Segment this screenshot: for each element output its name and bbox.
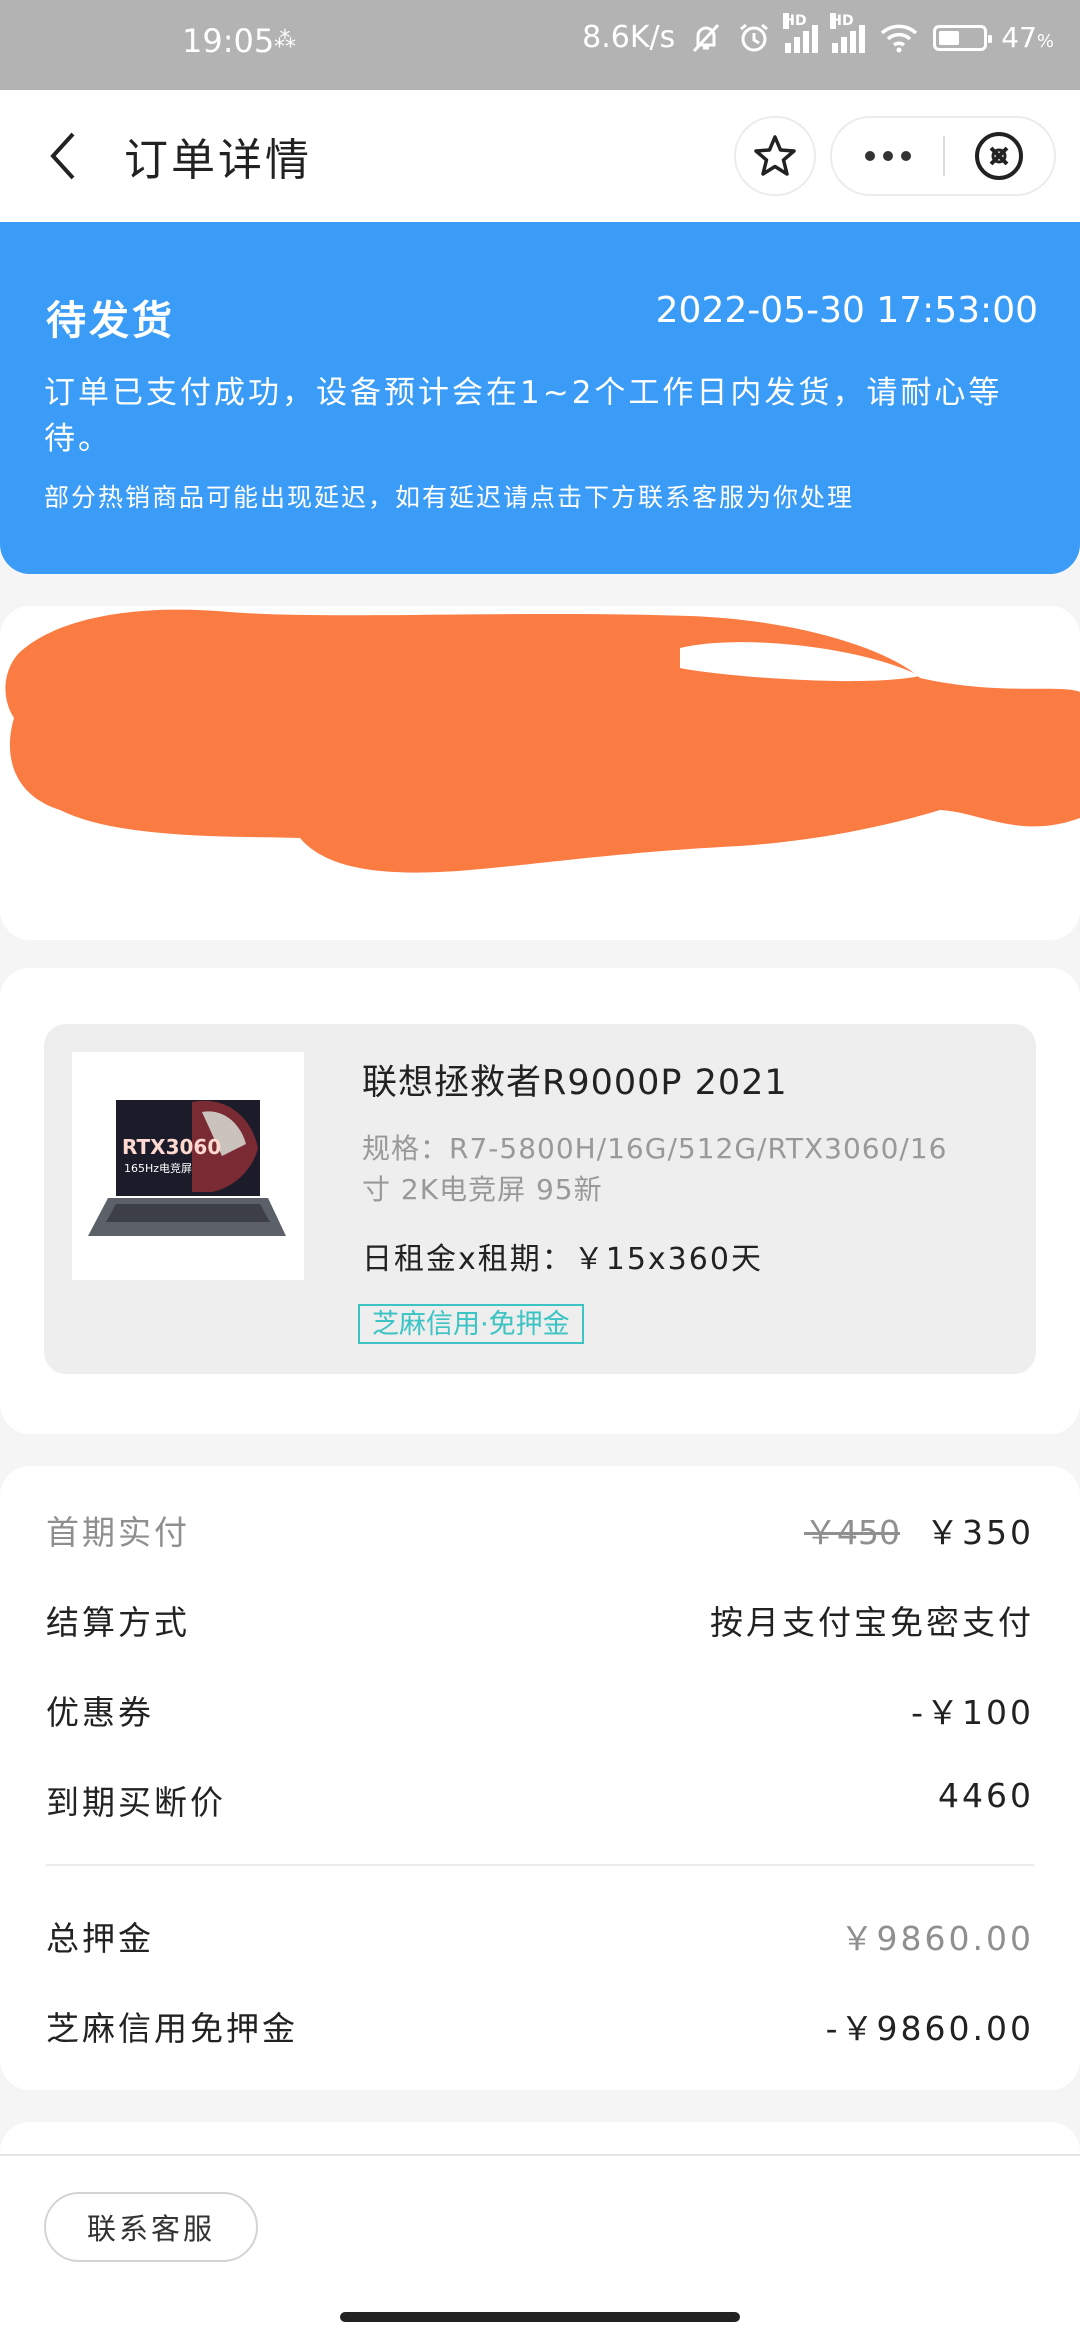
buyout-value: 4460: [938, 1776, 1034, 1815]
product-card: RTX3060 165Hz电竞屏 联想拯救者R9000P 2021 规格：R7-…: [0, 968, 1080, 1434]
deposit-value: ￥9860.00: [840, 1919, 1034, 1958]
status-icons: 8.6K/s HD HD 47%: [582, 12, 1054, 55]
deposit-row: 总押金 ￥9860.00: [46, 1912, 1034, 1972]
svg-text:165Hz电竞屏: 165Hz电竞屏: [124, 1161, 192, 1175]
bottom-bar: 联系客服: [0, 2122, 1080, 2342]
credit-tag: 芝麻信用·免押金: [358, 1304, 584, 1344]
more-button[interactable]: [832, 118, 943, 194]
buyout-label: 到期买断价: [46, 1783, 226, 1822]
product-item[interactable]: RTX3060 165Hz电竞屏 联想拯救者R9000P 2021 规格：R7-…: [44, 1024, 1036, 1374]
close-icon: [975, 132, 1024, 180]
page-title: 订单详情: [124, 135, 312, 186]
settlement-label: 结算方式: [46, 1603, 190, 1642]
order-time: 2022-05-30 17:53:00: [655, 290, 1038, 331]
first-payment-label: 首期实付: [46, 1513, 190, 1552]
deposit-label: 总押金: [46, 1919, 154, 1958]
settlement-row: 结算方式 按月支付宝免密支付: [46, 1596, 1034, 1656]
product-name: 联想拯救者R9000P 2021: [362, 1063, 788, 1103]
original-price: ￥450: [804, 1513, 900, 1552]
first-payment-row: 首期实付 ￥450 ￥350: [46, 1506, 1034, 1566]
battery-percent: 47%: [1001, 21, 1054, 54]
divider: [46, 1864, 1034, 1866]
deposit-free-label: 芝麻信用免押金: [46, 2009, 298, 2048]
order-status-note: 部分热销商品可能出现延迟，如有延迟请点击下方联系客服为你处理: [44, 483, 855, 512]
favorite-button[interactable]: [734, 116, 816, 196]
svg-text:RTX3060: RTX3060: [122, 1135, 221, 1159]
signal-hd-icon: HD: [783, 12, 819, 53]
order-status-title: 待发货: [46, 298, 175, 344]
more-icon: [864, 151, 875, 161]
deposit-free-row: 芝麻信用免押金 -￥9860.00: [46, 2002, 1034, 2062]
settlement-value: 按月支付宝免密支付: [710, 1603, 1034, 1642]
coupon-label: 优惠券: [46, 1693, 154, 1732]
signal-hd-icon: HD: [830, 12, 866, 53]
deposit-free-value: -￥9860.00: [825, 2009, 1034, 2048]
wifi-icon: [881, 24, 918, 52]
coupon-value: -￥100: [911, 1693, 1034, 1732]
clock: 19:05: [182, 22, 275, 60]
first-payment-value: ￥450 ￥350: [804, 1506, 1034, 1554]
address-card: [0, 606, 1080, 940]
redaction-scribble: [5, 609, 1080, 873]
close-button[interactable]: [945, 118, 1054, 194]
order-status-description: 订单已支付成功，设备预计会在1~2个工作日内发货，请耐心等待。: [44, 375, 1003, 457]
buyout-row: 到期买断价 4460: [46, 1776, 1034, 1836]
payment-card: 首期实付 ￥450 ￥350 结算方式 按月支付宝免密支付 优惠券 -￥100 到…: [0, 1466, 1080, 2090]
coupon-row: 优惠券 -￥100: [46, 1686, 1034, 1746]
back-button[interactable]: [38, 126, 88, 186]
mute-bell-icon: [693, 23, 720, 52]
back-icon: [50, 132, 75, 180]
star-icon: [754, 135, 796, 176]
notification-icon: ⁂: [274, 28, 296, 53]
product-image: RTX3060 165Hz电竞屏: [72, 1052, 304, 1280]
product-rent-term: 日租金x租期：￥15x360天: [362, 1242, 763, 1277]
network-speed: 8.6K/s: [582, 20, 676, 55]
capsule-menu: [830, 116, 1056, 196]
actual-price: ￥350: [926, 1513, 1034, 1552]
nav-bar: 订单详情: [0, 90, 1080, 222]
product-spec: 规格：R7-5800H/16G/512G/RTX3060/16寸 2K电竞屏 9…: [362, 1132, 948, 1206]
bottom-divider: [0, 2154, 1080, 2156]
alarm-icon: [740, 23, 769, 51]
battery-icon: [933, 24, 993, 51]
status-bar: 19:05 ⁂ 8.6K/s HD HD 47%: [0, 0, 1080, 90]
home-indicator[interactable]: [340, 2312, 740, 2322]
order-status-card: 待发货 2022-05-30 17:53:00 订单已支付成功，设备预计会在1~…: [0, 222, 1080, 574]
contact-service-button[interactable]: 联系客服: [44, 2192, 258, 2262]
